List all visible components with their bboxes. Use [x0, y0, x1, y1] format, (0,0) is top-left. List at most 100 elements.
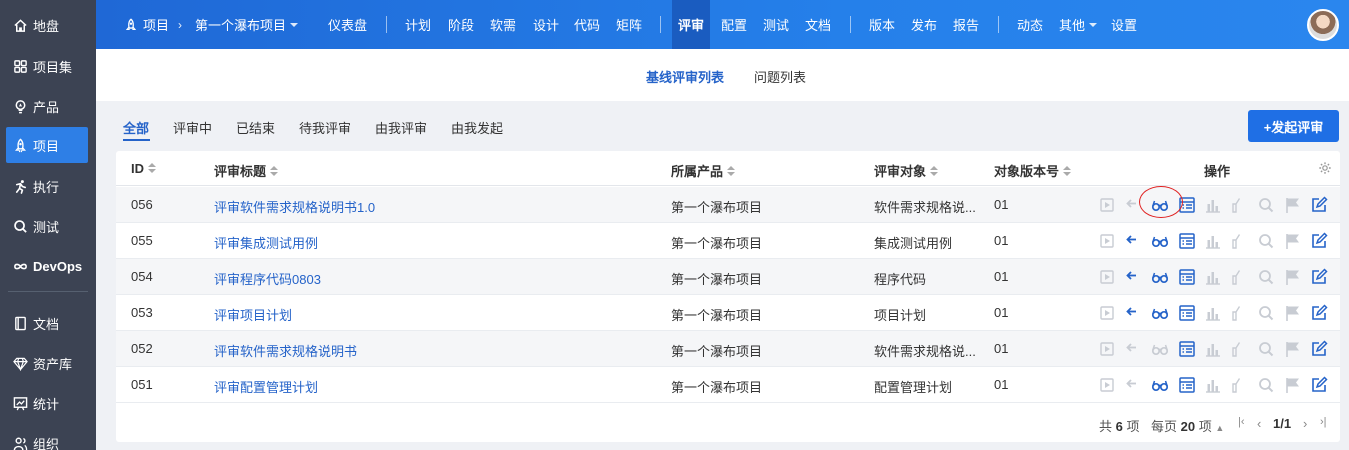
row-title-link[interactable]: 评审软件需求规格说明书1.0	[214, 197, 375, 216]
table-row[interactable]: 052 评审软件需求规格说明书 第一个瀑布项目 软件需求规格说... 01	[116, 331, 1340, 367]
first-page-icon[interactable]: |‹	[1238, 416, 1245, 428]
column-header-id[interactable]: ID	[131, 161, 156, 176]
pager-total-prefix: 共	[1099, 419, 1113, 434]
subnav-baseline-review-list[interactable]: 基线评审列表	[646, 67, 724, 86]
nav-settings[interactable]: 设置	[1111, 0, 1137, 49]
list-icon[interactable]	[1178, 304, 1196, 322]
nav-stage[interactable]: 阶段	[448, 0, 474, 49]
book-icon	[15, 316, 26, 330]
glasses-icon[interactable]	[1151, 304, 1169, 322]
nav-dynamic[interactable]: 动态	[1017, 0, 1043, 49]
list-icon[interactable]	[1178, 340, 1196, 358]
nav-test[interactable]: 测试	[763, 0, 789, 49]
list-icon[interactable]	[1178, 268, 1196, 286]
sidebar-item-label: DevOps	[33, 258, 83, 274]
table-row[interactable]: 054 评审程序代码0803 第一个瀑布项目 程序代码 01	[116, 259, 1340, 295]
edit-icon[interactable]	[1310, 304, 1328, 322]
nav-build[interactable]: 版本	[869, 0, 895, 49]
table-row[interactable]: 055 评审集成测试用例 第一个瀑布项目 集成测试用例 01	[116, 223, 1340, 259]
subnav-issue-list[interactable]: 问题列表	[754, 67, 806, 86]
sidebar-item-doc[interactable]: 文档	[6, 305, 88, 341]
module-breadcrumb[interactable]: 项目	[124, 0, 169, 49]
rocket-icon	[125, 17, 137, 30]
edit-icon[interactable]	[1310, 376, 1328, 394]
nav-matrix[interactable]: 矩阵	[616, 0, 642, 49]
table-row[interactable]: 053 评审项目计划 第一个瀑布项目 项目计划 01	[116, 295, 1340, 331]
nav-dashboard[interactable]: 仪表盘	[328, 0, 367, 49]
nav-plan[interactable]: 计划	[405, 0, 431, 49]
nav-requirements[interactable]: 软需	[490, 0, 516, 49]
column-label: 所属产品	[671, 164, 724, 179]
create-review-button[interactable]: +发起评审	[1248, 110, 1339, 142]
row-title-link[interactable]: 评审软件需求规格说明书	[214, 341, 357, 360]
caret-down-icon	[1089, 22, 1098, 27]
row-object: 集成测试用例	[874, 236, 953, 251]
glasses-icon[interactable]	[1151, 268, 1169, 286]
column-label: 对象版本号	[994, 164, 1060, 179]
sidebar-item-stats[interactable]: 统计	[6, 385, 88, 421]
edit-icon[interactable]	[1310, 232, 1328, 250]
undo-icon[interactable]	[1125, 268, 1143, 286]
sidebar-item-dashboard[interactable]: 地盘	[6, 7, 88, 43]
nav-review[interactable]: 评审	[672, 0, 711, 49]
pager-per-page[interactable]: 每页 20 项 ▲	[1151, 416, 1224, 435]
thumbs-up-icon	[1231, 304, 1249, 322]
row-version: 01	[994, 341, 1009, 356]
sidebar-item-execution[interactable]: 执行	[6, 168, 88, 204]
nav-report[interactable]: 报告	[953, 0, 979, 49]
row-actions	[1098, 193, 1337, 217]
list-icon[interactable]	[1178, 232, 1196, 250]
gear-icon[interactable]	[1318, 161, 1332, 175]
flag-icon	[1284, 196, 1302, 214]
sidebar-item-org[interactable]: 组织	[6, 425, 88, 450]
tab-reviewed-by-me[interactable]: 由我评审	[375, 118, 427, 137]
table-row[interactable]: 051 评审配置管理计划 第一个瀑布项目 配置管理计划 01	[116, 367, 1340, 403]
nav-config[interactable]: 配置	[721, 0, 747, 49]
column-header-version[interactable]: 对象版本号	[994, 161, 1072, 180]
avatar[interactable]	[1307, 9, 1339, 41]
sidebar-item-devops[interactable]: DevOps	[6, 248, 88, 284]
nav-code[interactable]: 代码	[574, 0, 600, 49]
sidebar-item-product[interactable]: 产品	[6, 88, 88, 124]
pager-total-suffix: 项	[1126, 419, 1140, 434]
nav-more[interactable]: 其他	[1059, 0, 1098, 49]
last-page-icon[interactable]: ›|	[1320, 416, 1327, 428]
sidebar-item-label: 组织	[33, 436, 60, 450]
row-title-link[interactable]: 评审项目计划	[214, 305, 292, 324]
row-title-link[interactable]: 评审程序代码0803	[214, 269, 321, 288]
prev-page-icon[interactable]: ‹	[1257, 416, 1261, 431]
nav-release[interactable]: 发布	[911, 0, 937, 49]
column-header-object[interactable]: 评审对象	[874, 161, 939, 180]
sidebar-item-project[interactable]: 项目	[6, 127, 88, 163]
sidebar-item-label: 文档	[33, 316, 60, 332]
sidebar-item-label: 项目集	[33, 59, 73, 75]
glasses-icon[interactable]	[1151, 232, 1169, 250]
column-header-product[interactable]: 所属产品	[671, 161, 736, 180]
sidebar-item-assetlib[interactable]: 资产库	[6, 345, 88, 381]
sidebar-item-program[interactable]: 项目集	[6, 48, 88, 84]
undo-icon[interactable]	[1125, 304, 1143, 322]
tab-finished[interactable]: 已结束	[236, 118, 275, 137]
tab-created-by-me[interactable]: 由我发起	[451, 118, 503, 137]
tab-waiting-my-review[interactable]: 待我评审	[299, 118, 351, 137]
list-icon[interactable]	[1178, 376, 1196, 394]
next-page-icon[interactable]: ›	[1303, 416, 1307, 431]
sidebar-item-label: 资产库	[33, 356, 73, 372]
sidebar-item-test[interactable]: 测试	[6, 208, 88, 244]
tab-reviewing[interactable]: 评审中	[173, 118, 212, 137]
glasses-icon[interactable]	[1151, 376, 1169, 394]
tab-all[interactable]: 全部	[123, 118, 149, 137]
nav-doc[interactable]: 文档	[805, 0, 831, 49]
row-title-link[interactable]: 评审集成测试用例	[214, 233, 318, 252]
project-switcher[interactable]: 第一个瀑布项目	[195, 0, 299, 49]
undo-icon[interactable]	[1125, 232, 1143, 250]
row-title-link[interactable]: 评审配置管理计划	[214, 377, 318, 396]
column-header-title[interactable]: 评审标题	[214, 161, 279, 180]
people-icon	[13, 437, 28, 450]
edit-icon[interactable]	[1310, 340, 1328, 358]
row-object: 项目计划	[874, 308, 927, 323]
edit-icon[interactable]	[1310, 196, 1328, 214]
edit-icon[interactable]	[1310, 268, 1328, 286]
module-label: 项目	[143, 18, 170, 33]
nav-design[interactable]: 设计	[533, 0, 559, 49]
